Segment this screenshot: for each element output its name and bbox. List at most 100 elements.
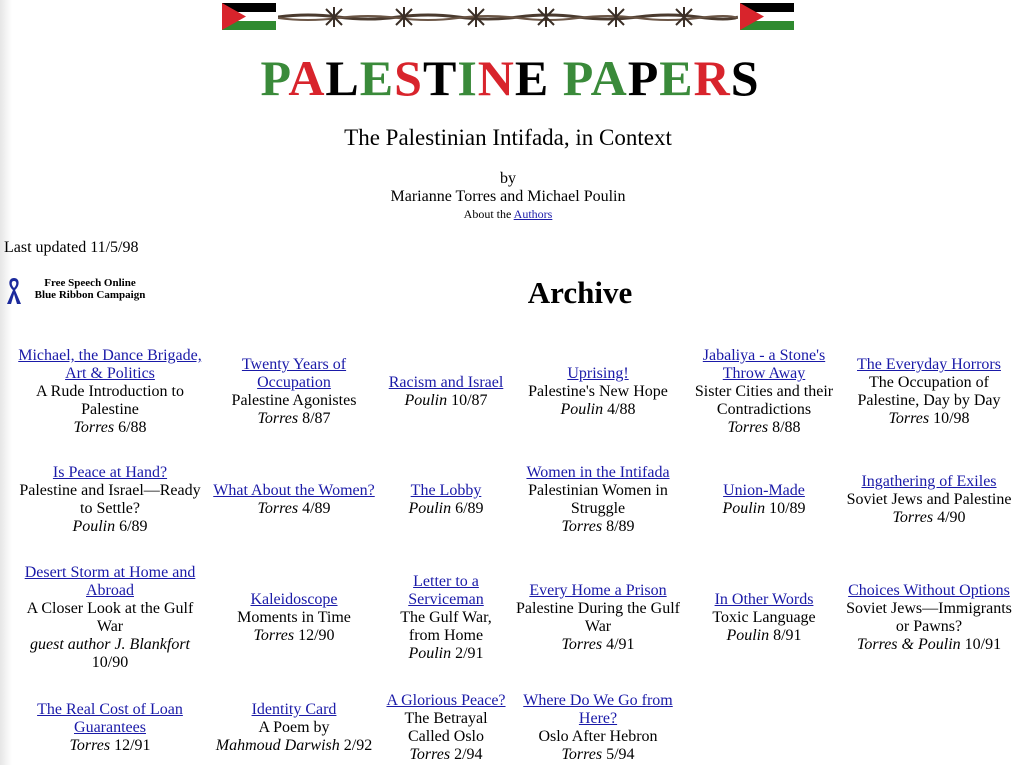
article-date: 4/89 <box>302 500 331 517</box>
archive-entry: What About the Women? Torres 4/89 <box>206 448 382 552</box>
article-author: Torres <box>257 500 299 517</box>
article-date: 8/88 <box>772 419 801 436</box>
archive-entry: The Lobby Poulin 6/89 <box>382 448 510 552</box>
article-date: 10/98 <box>933 410 970 427</box>
article-author: Torres <box>409 746 451 763</box>
about-authors: About the Authors <box>0 207 1016 222</box>
article-credit: Torres 8/89 <box>512 518 684 536</box>
article-description: Palestine During the Gulf War <box>516 600 680 635</box>
article-author: Torres <box>561 746 603 763</box>
article-credit: Torres 4/90 <box>844 509 1014 527</box>
title-letter: R <box>693 50 731 106</box>
article-link[interactable]: Where Do We Go from Here? <box>512 692 684 728</box>
article-author: Torres <box>561 518 603 535</box>
article-link[interactable]: Letter to a Serviceman <box>384 573 508 609</box>
article-link[interactable]: The Everyday Horrors <box>844 356 1014 374</box>
article-date: 8/87 <box>302 410 331 427</box>
article-credit: Torres & Poulin 10/91 <box>844 636 1014 654</box>
article-link[interactable]: Racism and Israel <box>384 374 508 392</box>
article-link[interactable]: Is Peace at Hand? <box>16 464 204 482</box>
about-prefix: About the <box>463 207 512 221</box>
article-link[interactable]: The Lobby <box>384 482 508 500</box>
archive-entry: Choices Without Options Soviet Jews—Immig… <box>842 552 1016 684</box>
article-date: 4/90 <box>937 509 966 526</box>
archive-entry: The Real Cost of Loan Guarantees Torres 1… <box>14 684 206 772</box>
article-description: Soviet Jews—Immigrants or Pawns? <box>846 600 1012 635</box>
title-letter: P <box>260 50 289 106</box>
archive-entry <box>686 684 842 772</box>
article-date: 12/90 <box>298 627 335 644</box>
archive-entry: Michael, the Dance Brigade, Art & Politi… <box>14 336 206 448</box>
article-author: Torres <box>69 737 111 754</box>
authors-link[interactable]: Authors <box>514 207 553 221</box>
article-credit: Poulin 10/87 <box>384 392 508 410</box>
page-left-shade <box>0 0 12 765</box>
article-link[interactable]: Kaleidoscope <box>208 591 380 609</box>
article-credit: Torres 4/91 <box>512 636 684 654</box>
article-link[interactable]: In Other Words <box>688 591 840 609</box>
article-link[interactable]: Twenty Years of Occupation <box>208 356 380 392</box>
article-link[interactable]: A Glorious Peace? <box>384 692 508 710</box>
article-link[interactable]: Identity Card <box>208 701 380 719</box>
barbed-wire-icon <box>278 7 738 27</box>
article-author: Torres <box>257 410 299 427</box>
title-letter: E <box>359 50 395 106</box>
article-author: Torres & Poulin <box>856 636 961 653</box>
archive-entry: Union-Made Poulin 10/89 <box>686 448 842 552</box>
article-link[interactable]: Desert Storm at Home and Abroad <box>16 564 204 600</box>
article-author: Poulin <box>72 518 116 535</box>
article-author: Poulin <box>722 500 766 517</box>
article-date: 10/89 <box>769 500 806 517</box>
article-credit: Torres 12/90 <box>208 627 380 645</box>
title-letter: S <box>394 50 423 106</box>
header-banner <box>222 3 794 31</box>
article-description: Toxic Language <box>712 609 816 626</box>
archive-entry: Jabaliya - a Stone's Throw Away Sister Ci… <box>686 336 842 448</box>
archive-entry: Uprising! Palestine's New Hope Poulin 4/88 <box>510 336 686 448</box>
article-date: 4/88 <box>607 401 636 418</box>
article-credit: Torres 8/87 <box>208 410 380 428</box>
archive-entry: The Everyday Horrors The Occupation of Pa… <box>842 336 1016 448</box>
article-description: Soviet Jews and Palestine <box>846 491 1012 508</box>
article-author: Torres <box>892 509 934 526</box>
article-link[interactable]: The Real Cost of Loan Guarantees <box>16 701 204 737</box>
article-link[interactable]: Jabaliya - a Stone's Throw Away <box>688 347 840 383</box>
article-link[interactable]: What About the Women? <box>208 482 380 500</box>
article-link[interactable]: Women in the Intifada <box>512 464 684 482</box>
article-author: Torres <box>727 419 769 436</box>
blue-ribbon-icon <box>7 278 21 304</box>
blue-ribbon-campaign[interactable]: Free Speech Online Blue Ribbon Campaign <box>5 276 165 306</box>
article-credit: Torres 2/94 <box>384 746 508 764</box>
article-link[interactable]: Union-Made <box>688 482 840 500</box>
palestine-flag-icon <box>740 3 794 30</box>
article-link[interactable]: Every Home a Prison <box>512 582 684 600</box>
article-description: The Betrayal Called Oslo <box>404 710 488 745</box>
article-description: A Poem by <box>258 719 330 736</box>
article-date: 2/92 <box>343 737 373 754</box>
article-author: Poulin <box>404 392 448 409</box>
article-credit: Poulin 8/91 <box>688 627 840 645</box>
article-link[interactable]: Ingathering of Exiles <box>844 473 1014 491</box>
archive-entry: Kaleidoscope Moments in Time Torres 12/90 <box>206 552 382 684</box>
title-letter: S <box>730 50 760 106</box>
article-credit: Torres 8/88 <box>688 419 840 437</box>
article-link[interactable]: Uprising! <box>512 365 684 383</box>
article-date: 10/87 <box>451 392 488 409</box>
article-author: Poulin <box>408 645 452 662</box>
article-credit: Torres 12/91 <box>16 737 204 755</box>
title-letter: E <box>514 50 550 106</box>
article-link[interactable]: Choices Without Options <box>844 582 1014 600</box>
archive-entry <box>842 684 1016 772</box>
page-subtitle: The Palestinian Intifada, in Context <box>344 125 672 150</box>
article-author: Poulin <box>560 401 604 418</box>
archive-entry: Ingathering of Exiles Soviet Jews and Pal… <box>842 448 1016 552</box>
ribbon-label: Free Speech Online Blue Ribbon Campaign <box>29 277 151 301</box>
article-description: Palestine's New Hope <box>528 383 668 400</box>
article-link[interactable]: Michael, the Dance Brigade, Art & Politi… <box>16 347 204 383</box>
article-description: The Occupation of Palestine, Day by Day <box>857 374 1001 409</box>
article-date: 2/94 <box>454 746 483 763</box>
article-credit: Torres 10/98 <box>844 410 1014 428</box>
article-credit: Poulin 6/89 <box>16 518 204 536</box>
article-credit: Poulin 4/88 <box>512 401 684 419</box>
article-credit: Poulin 6/89 <box>384 500 508 518</box>
